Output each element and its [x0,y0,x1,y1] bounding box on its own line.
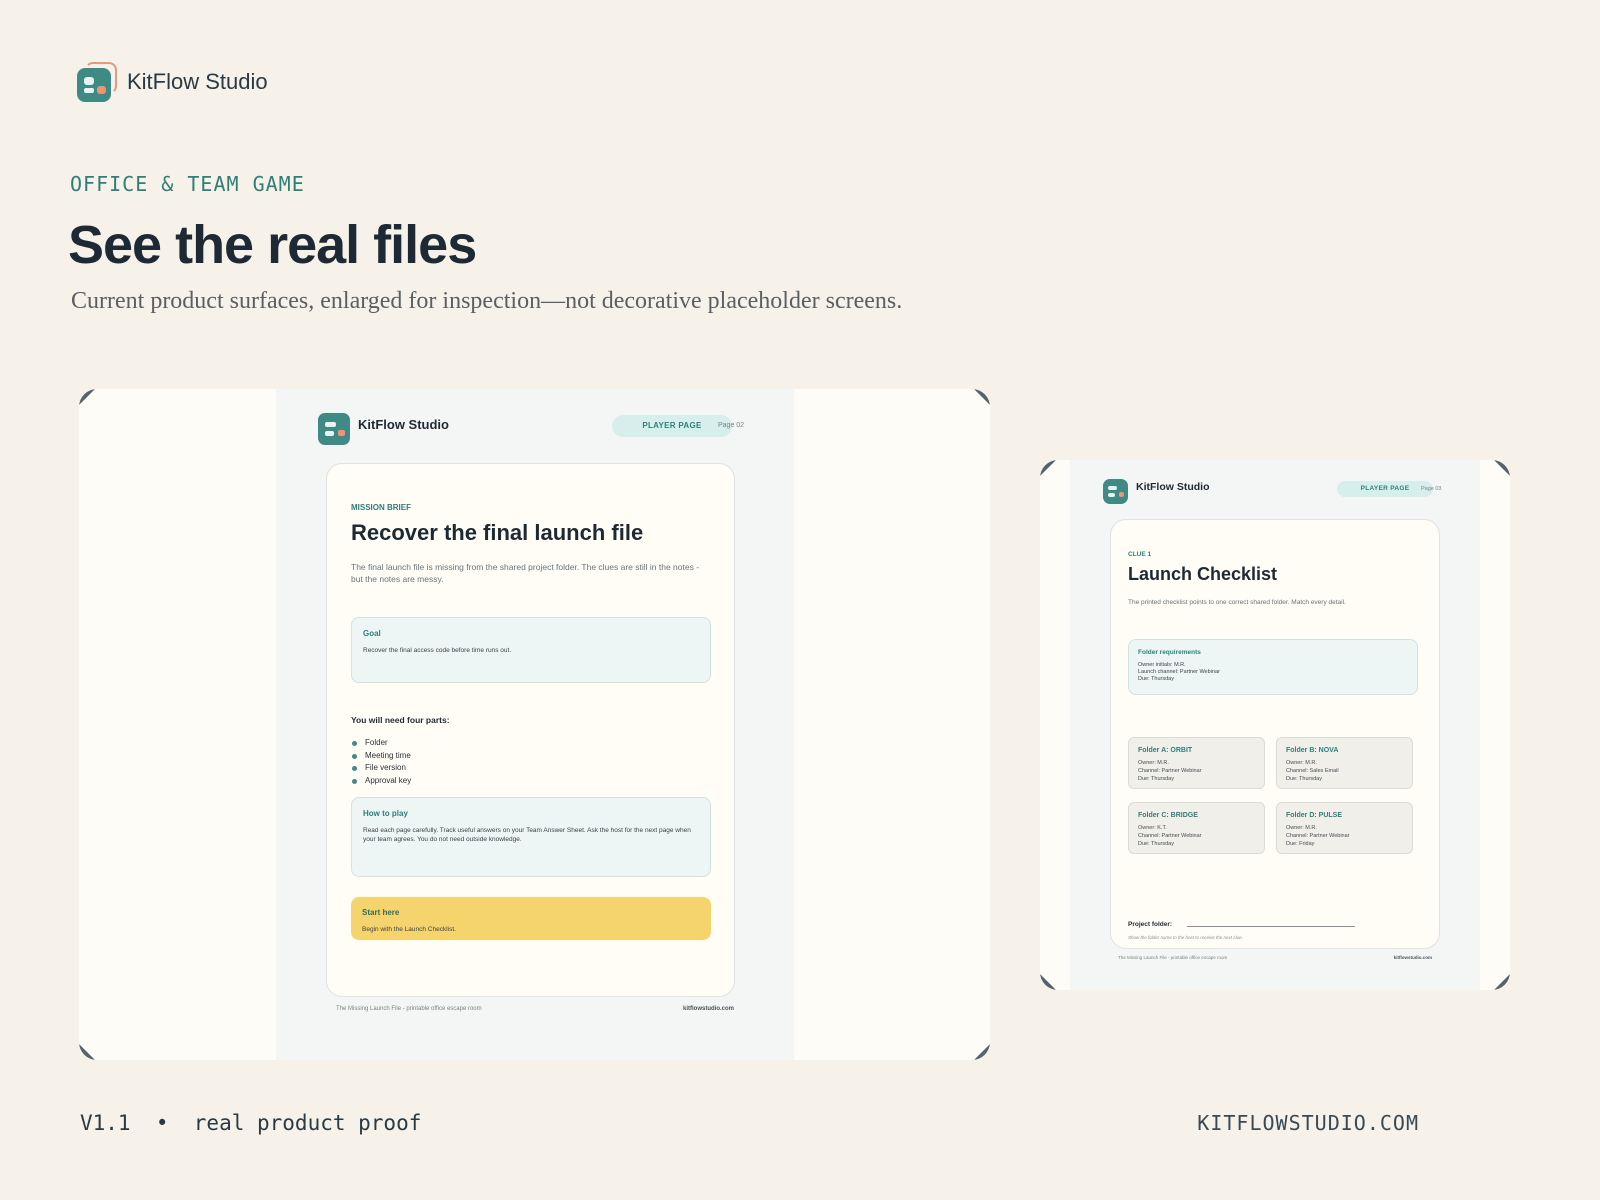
screenshot-frame-player-page-03: KitFlow Studio PLAYER PAGE Page 03 CLUE … [1040,460,1510,990]
page-number: Page 03 [1421,486,1442,492]
goal-box: Goal Recover the final access code befor… [351,617,711,683]
clue-card: CLUE 1 Launch Checklist The printed chec… [1110,519,1440,949]
mission-title: Recover the final launch file [351,520,644,545]
clue-title: Launch Checklist [1128,564,1278,584]
page-brand: KitFlow Studio [318,413,449,445]
list-item: Meeting time [351,750,411,763]
list-item: Folder [351,737,411,750]
start-here-text: Begin with the Launch Checklist. [362,926,456,933]
goal-text: Recover the final access code before tim… [363,647,512,654]
folder-card-c[interactable]: Folder C: BRIDGE Owner: K.T. Channel: Pa… [1128,802,1265,854]
start-here-box[interactable]: Start here Begin with the Launch Checkli… [351,897,711,940]
requirement-line: Launch channel: Partner Webinar [1138,669,1220,676]
how-to-play-box: How to play Read each page carefully. Tr… [351,797,711,877]
eyebrow: OFFICE & TEAM GAME [70,172,305,196]
requirement-line: Owner initials: M.R. [1138,662,1186,668]
brand[interactable]: KitFlow Studio [77,62,268,102]
start-here-label: Start here [362,908,400,917]
folder-card-d[interactable]: Folder D: PULSE Owner: M.R. Channel: Par… [1276,802,1413,854]
player-page-pill: PLAYER PAGE [612,415,732,437]
page-footer-right[interactable]: kitflowstudio.com [683,1006,734,1012]
goal-label: Goal [363,629,381,638]
kitflow-logo-icon [318,413,350,445]
mission-card: MISSION BRIEF Recover the final launch f… [326,463,735,997]
parts-title: You will need four parts: [351,715,450,725]
project-folder-hint: Show the folder name to the host to rece… [1128,935,1243,940]
requirements-label: Folder requirements [1138,649,1201,656]
folder-requirements-box: Folder requirements Owner initials: M.R.… [1128,639,1418,695]
list-item: Approval key [351,775,411,788]
screenshot-frame-player-page-02: KitFlow Studio PLAYER PAGE Page 02 MISSI… [79,389,990,1060]
page-title: See the real files [68,215,477,275]
how-to-play-label: How to play [363,809,408,818]
kitflow-logo-icon [77,62,117,102]
folder-card-a[interactable]: Folder A: ORBIT Owner: M.R. Channel: Par… [1128,737,1265,789]
player-page-03: KitFlow Studio PLAYER PAGE Page 03 CLUE … [1070,460,1480,990]
project-folder-label: Project folder: [1128,921,1173,928]
clue-desc: The printed checklist points to one corr… [1128,599,1346,606]
brand-name: KitFlow Studio [127,69,268,94]
project-folder-answer-line[interactable] [1187,926,1355,927]
page-subtitle: Current product surfaces, enlarged for i… [71,288,903,314]
page-footer-left: The Missing Launch File - printable offi… [1118,955,1228,960]
player-page-02: KitFlow Studio PLAYER PAGE Page 02 MISSI… [276,389,794,1060]
version-label: V1.1 • real product proof [80,1111,422,1135]
mission-desc: The final launch file is missing from th… [351,562,700,585]
page-footer-right[interactable]: kitflowstudio.com [1394,955,1432,960]
folder-card-b[interactable]: Folder B: NOVA Owner: M.R. Channel: Sale… [1276,737,1413,789]
page-brand: KitFlow Studio [1103,479,1210,504]
requirement-line: Due: Thursday [1138,676,1174,683]
mission-kicker: MISSION BRIEF [351,503,412,512]
site-link[interactable]: KITFLOWSTUDIO.COM [1197,1111,1419,1135]
page-footer-left: The Missing Launch File - printable offi… [336,1006,482,1012]
parts-list: Folder Meeting time File version Approva… [351,737,411,787]
list-item: File version [351,762,411,775]
player-page-pill: PLAYER PAGE [1337,481,1433,497]
how-to-play-text: Read each page carefully. Track useful a… [363,827,691,844]
page-number: Page 02 [718,422,745,429]
kitflow-logo-icon [1103,479,1128,504]
clue-kicker: CLUE 1 [1128,551,1152,558]
